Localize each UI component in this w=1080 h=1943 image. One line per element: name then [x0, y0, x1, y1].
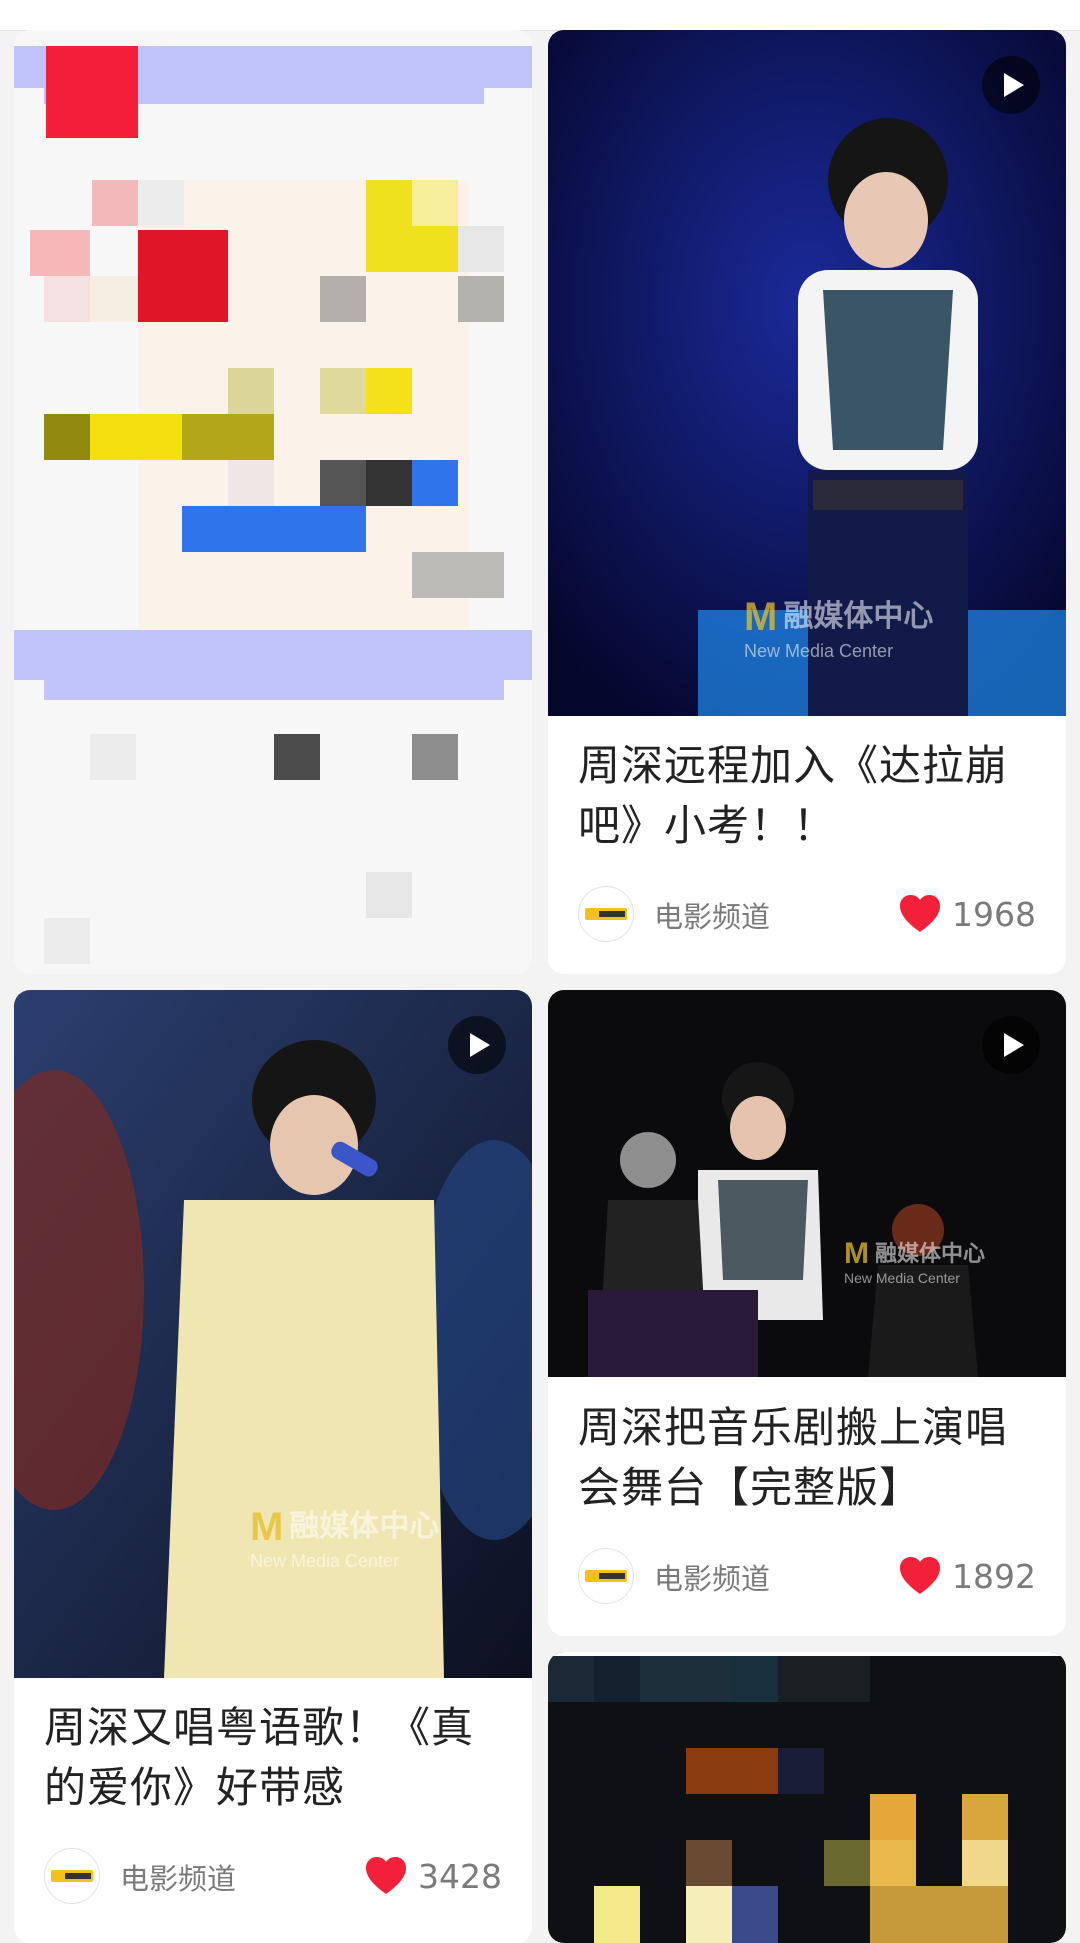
watermark: M 融媒体中心 New Media Center	[744, 595, 934, 661]
play-icon[interactable]	[982, 1016, 1040, 1074]
watermark: M 融媒体中心 New Media Center	[844, 1237, 986, 1287]
play-icon[interactable]	[448, 1016, 506, 1074]
channel-name[interactable]: 电影频道	[120, 1856, 236, 1898]
video-thumbnail[interactable]: M 融媒体中心 New Media Center	[548, 30, 1066, 716]
card-title[interactable]: 周深远程加入《达拉崩吧》小考！！	[578, 736, 1036, 856]
feed-card-1[interactable]	[14, 30, 532, 974]
like-count[interactable]: 1892	[898, 1552, 1036, 1600]
play-icon[interactable]	[982, 56, 1040, 114]
card-meta: 电影频道 1968	[578, 886, 1036, 942]
feed-card-2[interactable]: M 融媒体中心 New Media Center 周深远程加入《达拉崩吧》小考！！…	[548, 30, 1066, 974]
card-meta: 电影频道 1892	[578, 1548, 1036, 1604]
channel-name[interactable]: 电影频道	[654, 894, 770, 936]
like-count[interactable]: 3428	[364, 1852, 502, 1900]
channel-avatar[interactable]	[44, 1848, 100, 1904]
like-count-value: 1968	[952, 894, 1036, 934]
heart-icon[interactable]	[898, 1556, 942, 1596]
channel-name[interactable]: 电影频道	[654, 1556, 770, 1598]
feed-card-3[interactable]: M 融媒体中心 New Media Center 周深又唱粤语歌！《真的爱你》好带…	[14, 990, 532, 1943]
top-bar	[0, 0, 1080, 31]
feed-card-4[interactable]: M 融媒体中心 New Media Center 周深把音乐剧搬上演唱会舞台【完整…	[548, 990, 1066, 1636]
card-title[interactable]: 周深把音乐剧搬上演唱会舞台【完整版】	[578, 1398, 1036, 1518]
blurred-thumbnail	[14, 30, 532, 974]
card-meta: 电影频道 3428	[44, 1848, 502, 1904]
feed-card-5[interactable]	[548, 1652, 1066, 1943]
like-count-value: 1892	[952, 1556, 1036, 1596]
heart-icon[interactable]	[898, 894, 942, 934]
video-thumbnail[interactable]: M 融媒体中心 New Media Center	[14, 990, 532, 1678]
blurred-thumbnail	[548, 1652, 1066, 1943]
like-count[interactable]: 1968	[898, 890, 1036, 938]
video-thumbnail[interactable]: M 融媒体中心 New Media Center	[548, 990, 1066, 1377]
channel-avatar[interactable]	[578, 1548, 634, 1604]
like-count-value: 3428	[418, 1856, 502, 1896]
channel-avatar[interactable]	[578, 886, 634, 942]
card-title[interactable]: 周深又唱粤语歌！《真的爱你》好带感	[44, 1698, 502, 1818]
heart-icon[interactable]	[364, 1856, 408, 1896]
watermark: M 融媒体中心 New Media Center	[250, 1505, 440, 1571]
